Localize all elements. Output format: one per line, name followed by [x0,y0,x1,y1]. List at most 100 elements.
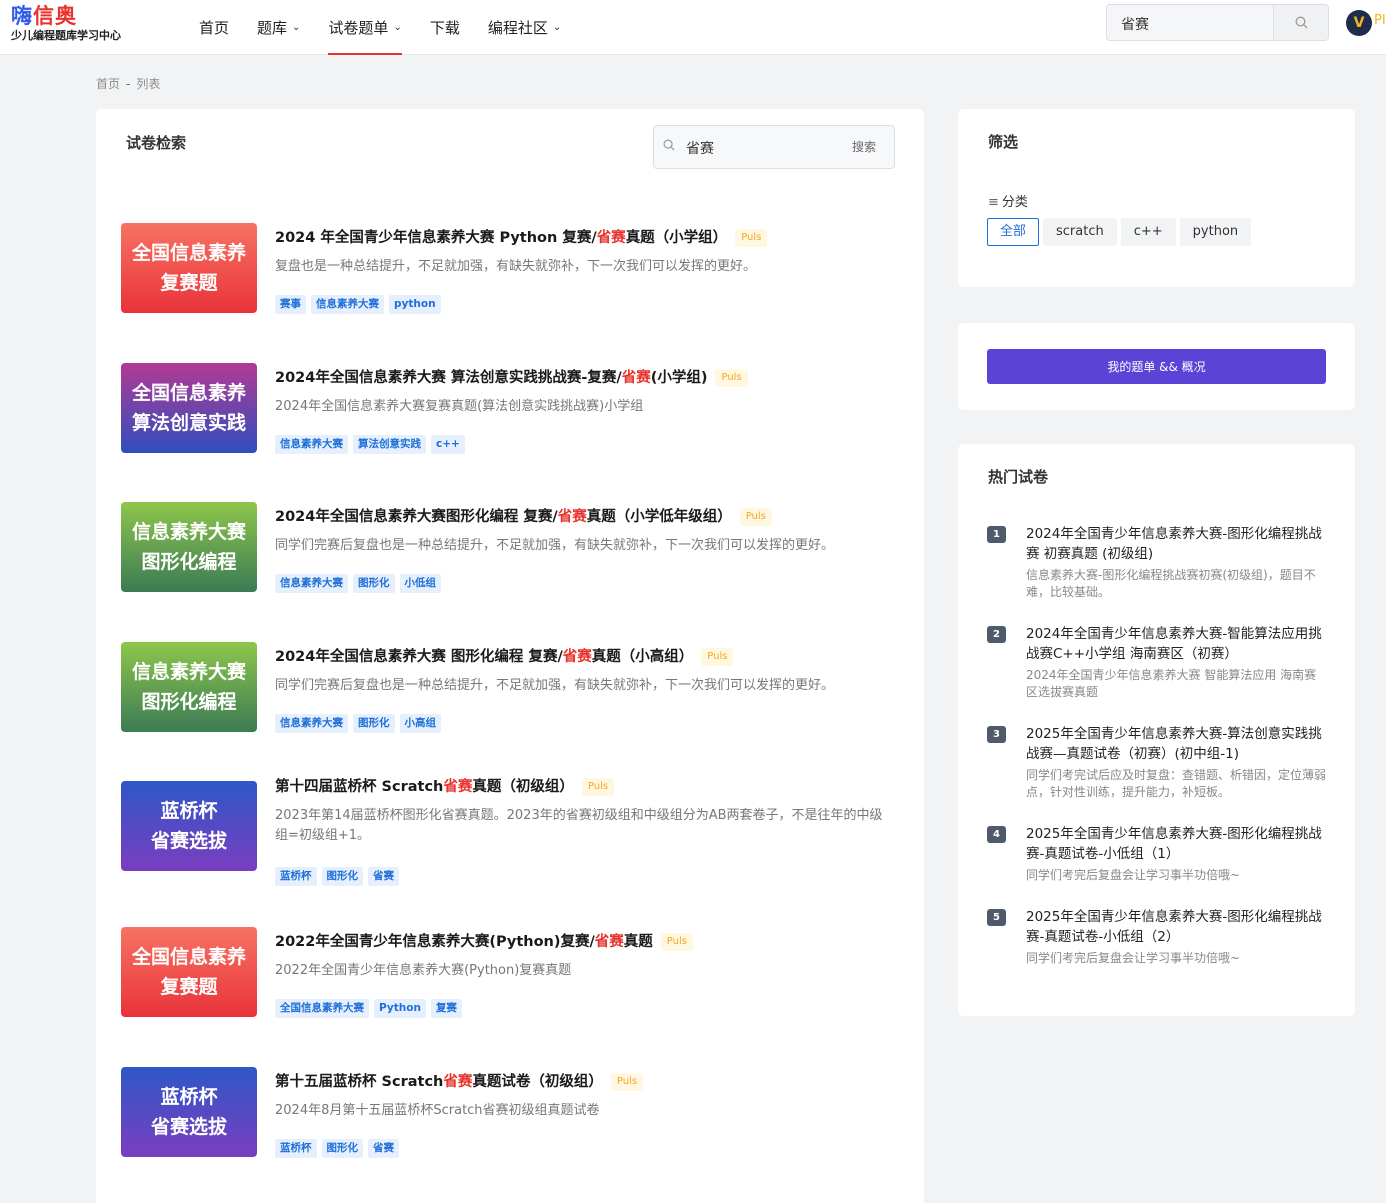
plus-badge: Puls [610,1073,644,1091]
tag[interactable]: 全国信息素养大赛 [275,999,369,1018]
breadcrumb-current: 列表 [136,77,161,91]
paper-title[interactable]: 第十四届蓝桥杯 Scratch省赛真题（初级组） Puls [275,777,615,797]
tag[interactable]: 图形化 [353,714,395,733]
tag[interactable]: 省赛 [368,1139,399,1158]
paper-description: 2022年全国青少年信息素养大赛(Python)复赛真题 [275,963,572,978]
tag-list: 蓝桥杯 图形化 省赛 [275,1139,399,1158]
thumbnail-line: 信息素养大赛 [131,661,246,683]
tag[interactable]: 算法创意实践 [353,435,426,454]
plus-badge: Puls [739,508,772,526]
paper-title[interactable]: 2024年全国信息素养大赛 图形化编程 复赛/省赛真题（小高组） Puls [275,647,734,667]
list-item[interactable]: 蓝桥杯 省赛选拔 第十五届蓝桥杯 Scratch省赛真题试卷（初级组） Puls 2… [121,1067,901,1167]
paper-description: 复盘也是一种总结提升，不足就加强，有缺失就弥补，下一次我们可以发挥的更好。 [275,259,757,274]
list-item[interactable]: 全国信息素养 复赛题 2024 年全国青少年信息素养大赛 Python 复赛/省赛… [121,223,901,323]
tag[interactable]: 蓝桥杯 [275,1139,317,1158]
category-option-scratch[interactable]: scratch [1043,218,1117,246]
header-search-button[interactable] [1273,5,1328,40]
paper-thumbnail[interactable]: 全国信息素养 复赛题 [121,927,257,1017]
list-title: 试卷检索 [126,134,187,152]
list-item[interactable]: 全国信息素养 复赛题 2022年全国青少年信息素养大赛(Python)复赛/省赛真… [121,927,901,1027]
list-search-input[interactable]: 省赛 [686,138,714,158]
list-item[interactable]: 信息素养大赛 图形化编程 2024年全国信息素养大赛图形化编程 复赛/省赛真题（小… [121,502,901,602]
paper-title[interactable]: 第十五届蓝桥杯 Scratch省赛真题试卷（初级组） Puls [275,1072,644,1092]
nav-item-question-bank[interactable]: 题库 ⌄ [243,0,314,55]
logo-part-red: 信奥 [33,4,77,28]
tag[interactable]: 小高组 [399,714,441,733]
paper-description: 同学们完赛后复盘也是一种总结提升，不足就加强，有缺失就弥补，下一次我们可以发挥的… [275,678,835,693]
paper-thumbnail[interactable]: 全国信息素养 复赛题 [121,223,257,313]
title-highlight: 省赛 [562,649,592,665]
tag[interactable]: 复赛 [430,999,462,1018]
list-item[interactable]: 蓝桥杯 省赛选拔 第十四届蓝桥杯 Scratch省赛真题（初级组） Puls 202… [121,778,901,896]
tag[interactable]: 赛事 [275,295,306,314]
paper-thumbnail[interactable]: 蓝桥杯 省赛选拔 [121,781,257,871]
nav-item-download[interactable]: 下载 [416,0,474,55]
tag[interactable]: 小低组 [399,574,441,593]
list-item[interactable]: 全国信息素养 算法创意实践 2024年全国信息素养大赛 算法创意实践挑战赛-复赛/… [121,363,901,463]
thumbnail-line: 信息素养大赛 [131,521,246,543]
paper-thumbnail[interactable]: 蓝桥杯 省赛选拔 [121,1067,257,1157]
tag[interactable]: 图形化 [353,574,395,593]
list-item[interactable]: 信息素养大赛 图形化编程 2024年全国信息素养大赛 图形化编程 复赛/省赛真题（… [121,642,901,742]
nav-item-community[interactable]: 编程社区 ⌄ [474,0,575,55]
tag[interactable]: python [389,295,441,314]
main-nav: 首页 题库 ⌄ 试卷题单 ⌄ 下载 编程社区 ⌄ [185,0,575,55]
tag-list: 蓝桥杯 图形化 省赛 [275,867,399,886]
paper-title[interactable]: 2024 年全国青少年信息素养大赛 Python 复赛/省赛真题（小学组） Pul… [275,228,768,248]
tag[interactable]: 省赛 [368,867,399,886]
tag-list: 全国信息素养大赛 Python 复赛 [275,999,462,1018]
nav-item-label: 编程社区 [487,19,548,37]
tag[interactable]: 信息素养大赛 [275,435,348,454]
hot-item-title[interactable]: 2024年全国青少年信息素养大赛-图形化编程挑战赛 初赛真题 (初级组) [1026,524,1324,564]
paper-thumbnail[interactable]: 信息素养大赛 图形化编程 [121,642,257,732]
paper-title[interactable]: 2024年全国信息素养大赛图形化编程 复赛/省赛真题（小学低年级组） Puls [275,507,772,527]
hot-item-title[interactable]: 2025年全国青少年信息素养大赛-图形化编程挑战赛-真题试卷-小低组（1） [1026,824,1324,864]
tag[interactable]: 蓝桥杯 [275,867,317,886]
tag[interactable]: Python [374,999,426,1018]
thumbnail-line: 全国信息素养 [131,242,246,264]
paper-title[interactable]: 2022年全国青少年信息素养大赛(Python)复赛/省赛真题 Puls [275,932,693,952]
title-text: 2024 年全国青少年信息素养大赛 Python 复赛/ [275,230,597,246]
header-search-input[interactable]: 省赛 [1121,14,1149,34]
user-avatar[interactable]: V [1346,10,1372,36]
breadcrumb-home[interactable]: 首页 [96,77,120,91]
site-logo[interactable]: 嗨信奥 少儿编程题库学习中心 [11,4,141,46]
tag[interactable]: 信息素养大赛 [275,714,348,733]
title-text: 真题试卷（初级组） [472,1074,603,1090]
tag[interactable]: 信息素养大赛 [275,574,348,593]
tag[interactable]: 图形化 [321,867,363,886]
title-highlight: 省赛 [443,1074,473,1090]
user-name[interactable]: PI [1374,13,1386,28]
breadcrumb: 首页 - 列表 [96,75,160,92]
filter-title: 筛选 [988,133,1019,151]
tag[interactable]: 图形化 [321,1139,363,1158]
my-list-button[interactable]: 我的题单 && 概况 [987,349,1326,384]
tag-list: 信息素养大赛 算法创意实践 c++ [275,435,465,454]
category-option-all[interactable]: 全部 [987,218,1040,246]
rank-badge: 1 [987,526,1006,543]
nav-item-home[interactable]: 首页 [185,0,243,55]
tag-list: 信息素养大赛 图形化 小低组 [275,574,441,593]
title-text: 2024年全国信息素养大赛 图形化编程 复赛/ [275,649,563,665]
menu-icon: ≡ [988,195,999,210]
chevron-down-icon: ⌄ [292,22,301,33]
hot-item-title[interactable]: 2025年全国青少年信息素养大赛-图形化编程挑战赛-真题试卷-小低组（2） [1026,907,1324,947]
paper-title[interactable]: 2024年全国信息素养大赛 算法创意实践挑战赛-复赛/省赛(小学组) Puls [275,368,748,388]
list-search-button[interactable]: 搜索 [852,138,876,155]
thumbnail-line: 复赛题 [160,976,218,998]
plus-badge: Puls [735,229,768,247]
title-text: 真题（小学组） [625,230,728,246]
hot-item-title[interactable]: 2025年全国青少年信息素养大赛-算法创意实践挑战赛—真题试卷（初赛）(初中组-… [1026,724,1324,764]
category-option-python[interactable]: python [1179,218,1252,246]
rank-badge: 4 [987,826,1006,843]
category-option-cpp[interactable]: c++ [1120,218,1176,246]
title-highlight: 省赛 [621,370,651,386]
tag[interactable]: c++ [431,435,465,454]
tag[interactable]: 信息素养大赛 [311,295,384,314]
paper-thumbnail[interactable]: 信息素养大赛 图形化编程 [121,502,257,592]
paper-thumbnail[interactable]: 全国信息素养 算法创意实践 [121,363,257,453]
hot-item-title[interactable]: 2024年全国青少年信息素养大赛-智能算法应用挑战赛C++小学组 海南赛区（初赛… [1026,624,1324,664]
thumbnail-line: 蓝桥杯 [160,1086,218,1108]
vip-icon: V [1353,15,1365,31]
nav-item-paper-list[interactable]: 试卷题单 ⌄ [314,0,415,55]
